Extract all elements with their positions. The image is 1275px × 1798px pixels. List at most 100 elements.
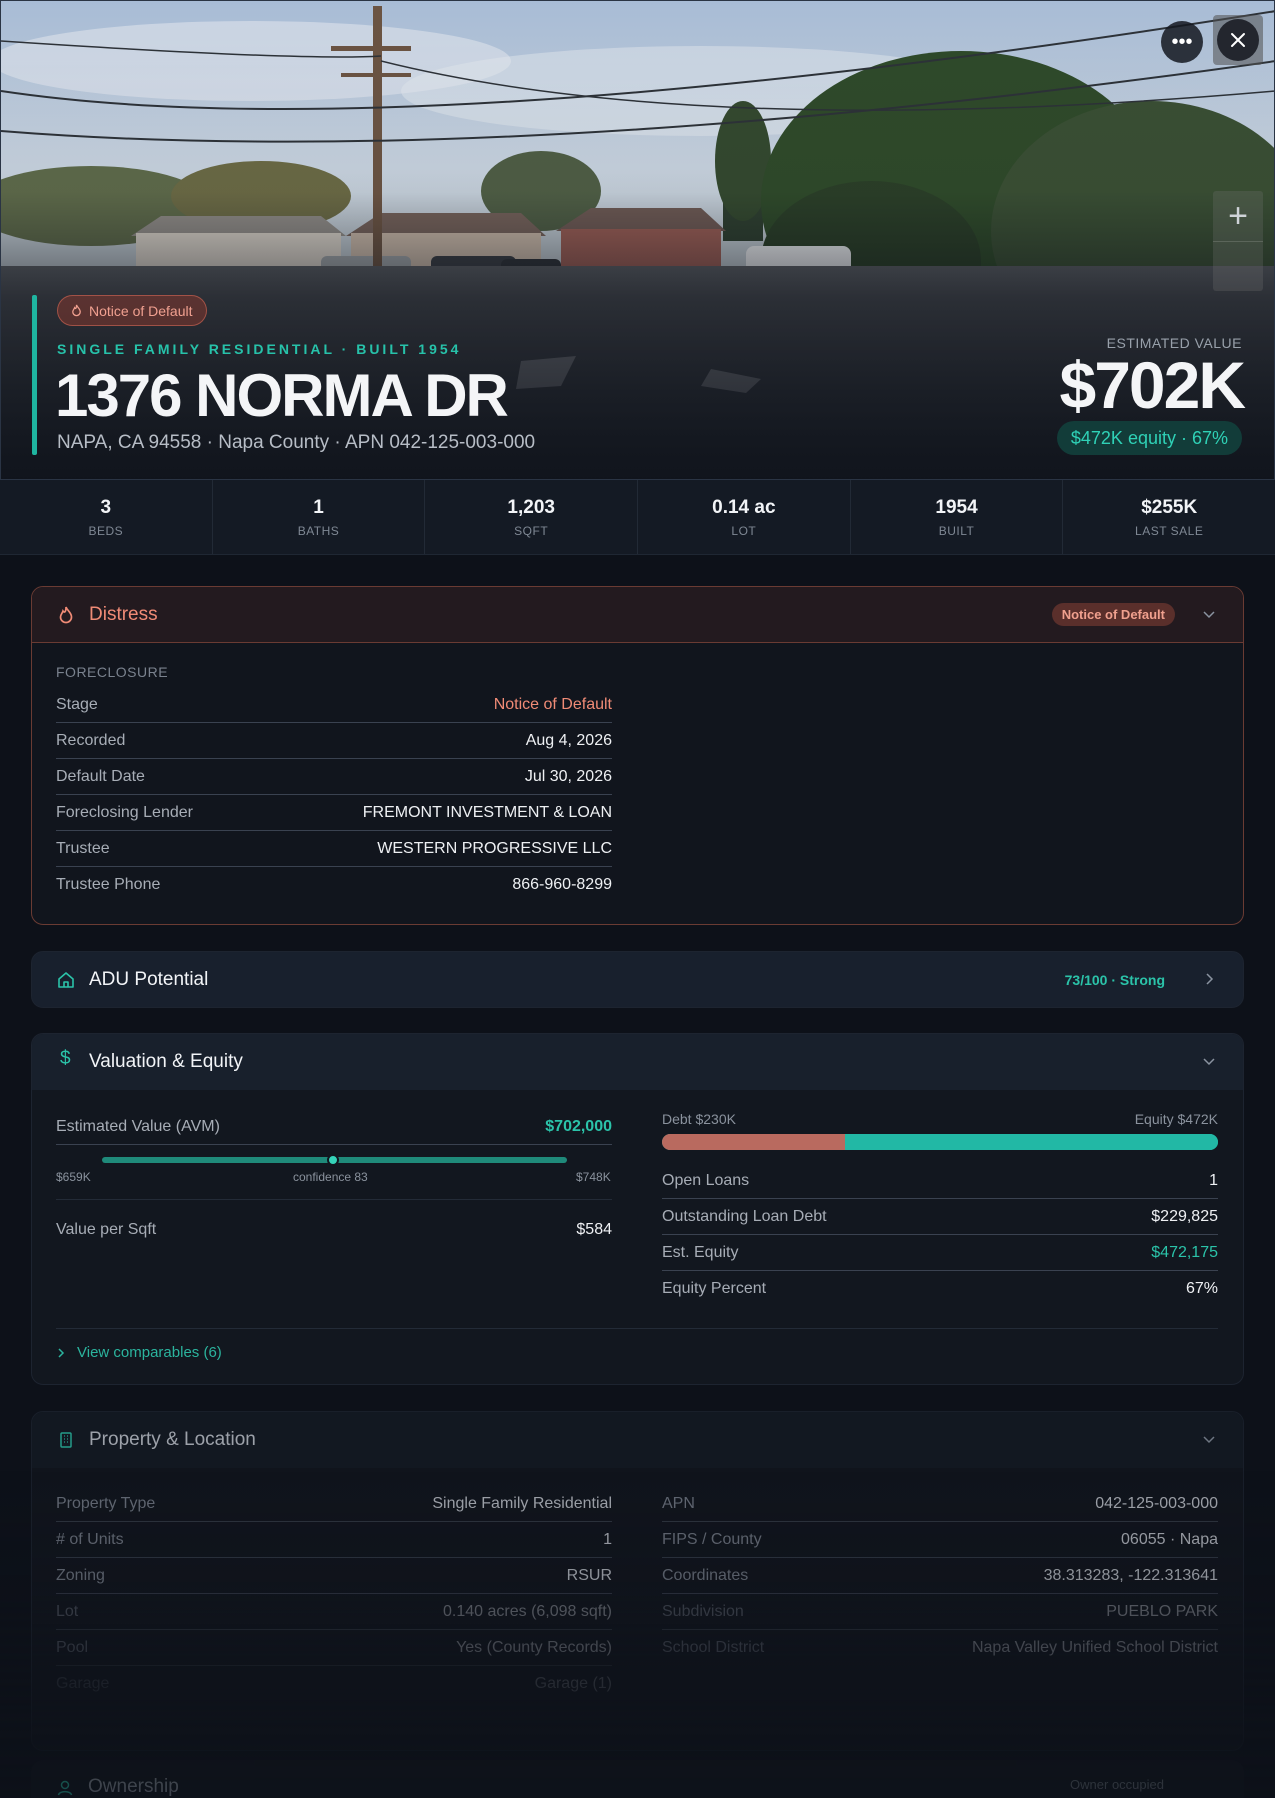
close-button[interactable]	[1213, 15, 1263, 65]
zoom-divider	[1213, 241, 1263, 242]
distress-row: Trustee Phone 866-960-8299	[56, 867, 612, 903]
row-value: Aug 4, 2026	[525, 731, 612, 749]
row-value: Jul 30, 2026	[524, 767, 612, 785]
flame-icon	[72, 304, 81, 317]
property-stats-bar: 3 BEDS 1 BATHS 1,203 SQFT 0.14 ac LOT 1954 BU…	[0, 479, 1275, 555]
confidence-label: confidence 83	[293, 1170, 368, 1184]
row-value: Notice of Default	[493, 695, 612, 713]
valuation-header[interactable]: $ Valuation & Equity	[32, 1034, 1243, 1090]
row-key: Outstanding Loan Debt	[662, 1207, 827, 1225]
divider	[56, 1199, 612, 1200]
foreclosure-subhead: FORECLOSURE	[56, 664, 169, 680]
street-view-hero: ••• + Notice of Default SINGLE FAMILY RE…	[0, 0, 1275, 479]
row-value: $702,000	[545, 1117, 612, 1135]
row-value: WESTERN PROGRESSIVE LLC	[377, 839, 612, 857]
distress-title: Distress	[89, 604, 158, 625]
valuation-row: Outstanding Loan Debt $229,825	[662, 1199, 1218, 1235]
row-key: Coordinates	[662, 1566, 749, 1584]
range-high: $748K	[576, 1170, 611, 1184]
stat-label: SQFT	[514, 523, 549, 538]
property-row: Garage Garage (1)	[56, 1666, 612, 1702]
row-value: Garage (1)	[534, 1675, 612, 1692]
zoom-in-button[interactable]: +	[1213, 191, 1263, 241]
stat-value: 1954	[935, 496, 978, 518]
row-value: 67%	[1185, 1280, 1218, 1297]
stat-baths: 1 BATHS	[213, 480, 426, 554]
row-value: 1	[603, 1530, 612, 1548]
property-header[interactable]: Property & Location	[32, 1412, 1243, 1468]
ownership-title: Ownership	[88, 1776, 179, 1797]
row-value: 866-960-8299	[512, 876, 612, 893]
row-key: Property Type	[56, 1494, 156, 1512]
estimated-value: $702K	[1059, 348, 1246, 422]
row-key: Foreclosing Lender	[56, 803, 193, 821]
property-row: APN 042-125-003-000	[662, 1486, 1218, 1522]
stat-value: $255K	[1141, 496, 1198, 518]
row-key: Garage	[56, 1675, 110, 1692]
distress-header[interactable]: Distress Notice of Default	[32, 587, 1243, 643]
stat-lot: 0.14 ac LOT	[638, 480, 851, 554]
distress-row: Recorded Aug 4, 2026	[56, 723, 612, 759]
status-pill-label: Notice of Default	[89, 302, 193, 319]
row-value: Yes (County Records)	[456, 1638, 612, 1656]
property-row: School District Napa Valley Unified Schoo…	[662, 1630, 1218, 1666]
adu-section[interactable]: ADU Potential 73/100 · Strong	[31, 951, 1244, 1008]
ownership-section[interactable]: Ownership Owner occupied	[31, 1760, 1244, 1798]
adu-header[interactable]: ADU Potential 73/100 · Strong	[32, 952, 1243, 1007]
chevron-right-icon[interactable]	[1201, 971, 1217, 987]
stat-value: 0.14 ac	[712, 496, 776, 518]
row-key: Recorded	[56, 731, 126, 749]
row-key: FIPS / County	[662, 1530, 762, 1548]
debt-segment	[662, 1134, 846, 1150]
range-low: $659K	[56, 1170, 91, 1184]
divider	[56, 1328, 1218, 1329]
close-icon	[1231, 33, 1245, 47]
chevron-down-icon[interactable]	[1201, 1053, 1217, 1069]
row-key: Open Loans	[662, 1171, 750, 1189]
stat-label: LAST SALE	[1135, 523, 1204, 538]
row-value: FREMONT INVESTMENT & LOAN	[362, 803, 612, 821]
stat-beds: 3 BEDS	[0, 480, 213, 554]
property-row: Coordinates 38.313283, -122.313641	[662, 1558, 1218, 1594]
more-horizontal-icon: •••	[1171, 30, 1193, 53]
street-view-zoom-control: +	[1213, 191, 1263, 291]
debt-equity-bar	[662, 1134, 1218, 1150]
stat-label: BUILT	[938, 523, 975, 538]
row-key: Default Date	[56, 767, 145, 785]
distress-row: Foreclosing Lender FREMONT INVESTMENT & L…	[56, 795, 612, 831]
avm-row: Estimated Value (AVM) $702,000	[56, 1109, 612, 1145]
more-options-button[interactable]: •••	[1161, 21, 1203, 63]
distress-row: Trustee WESTERN PROGRESSIVE LLC	[56, 831, 612, 867]
equity-pill: $472K equity · 67%	[1056, 421, 1242, 455]
distress-badge: Notice of Default	[1051, 603, 1175, 626]
row-key: Estimated Value (AVM)	[56, 1117, 220, 1135]
row-key: Pool	[56, 1638, 89, 1656]
stat-value: 1,203	[507, 496, 555, 518]
user-icon	[57, 1780, 73, 1796]
equity-segment	[845, 1134, 1218, 1150]
ownership-badge: Owner occupied	[1070, 1777, 1164, 1792]
property-title: Property & Location	[89, 1429, 256, 1450]
chevron-down-icon[interactable]	[1201, 606, 1217, 622]
property-row: Pool Yes (County Records)	[56, 1630, 612, 1666]
avm-point-marker	[327, 1154, 339, 1166]
debt-label: Debt $230K	[662, 1111, 736, 1127]
stat-value: 1	[313, 496, 324, 518]
row-key: Value per Sqft	[56, 1221, 157, 1238]
chevron-right-icon	[58, 1347, 65, 1358]
property-row: # of Units 1	[56, 1522, 612, 1558]
row-key: Equity Percent	[662, 1280, 767, 1297]
value-per-sqft-row: Value per Sqft $584	[56, 1212, 612, 1248]
property-detail-panel: ••• + Notice of Default SINGLE FAMILY RE…	[0, 0, 1275, 1798]
stat-label: BATHS	[297, 523, 340, 538]
chevron-down-icon[interactable]	[1201, 1431, 1217, 1447]
row-value: Napa Valley Unified School District	[971, 1639, 1218, 1656]
row-value: 1	[1209, 1171, 1218, 1189]
view-comparables-link[interactable]: View comparables (6)	[55, 1344, 222, 1361]
row-key: Stage	[56, 695, 98, 713]
hero-accent-bar	[32, 295, 37, 455]
row-value: $584	[576, 1221, 612, 1238]
row-value: 06055 · Napa	[1121, 1530, 1218, 1548]
row-key: APN	[662, 1494, 695, 1512]
property-row: Subdivision PUEBLO PARK	[662, 1594, 1218, 1630]
